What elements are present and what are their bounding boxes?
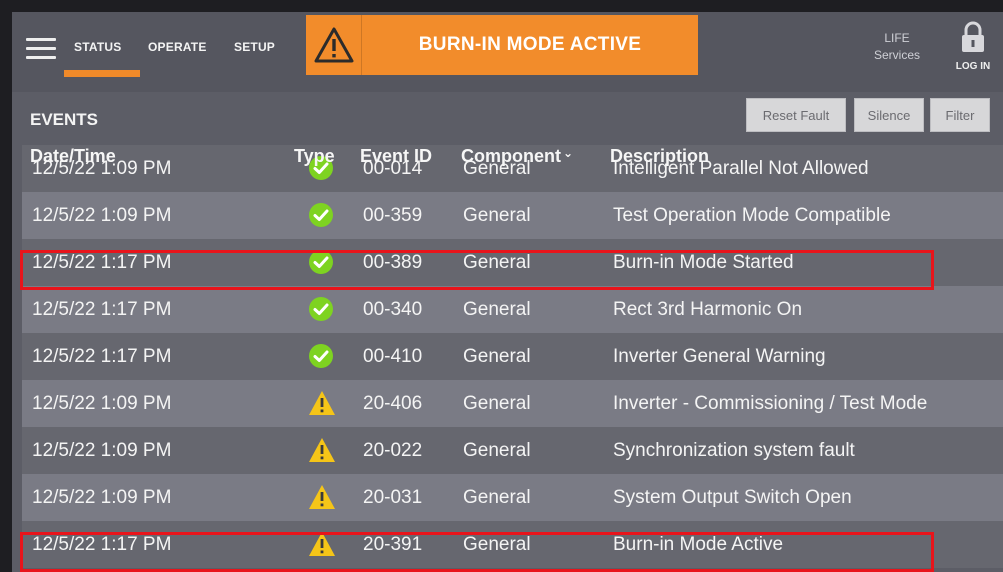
life-services-link[interactable]: LIFE Services [864, 30, 930, 64]
table-row[interactable]: 12/5/22 1:09 PM 20-022 General Synchronizat… [22, 427, 1003, 474]
event-id: 00-410 [363, 346, 423, 367]
event-datetime: 12/5/22 1:09 PM [32, 440, 172, 461]
tab-operate[interactable]: OPERATE [148, 40, 207, 54]
column-header-type[interactable]: Type [294, 146, 335, 167]
event-description: Inverter General Warning [613, 346, 826, 367]
check-icon [308, 202, 338, 228]
event-component: General [463, 299, 531, 320]
warning-icon [308, 390, 338, 416]
hamburger-menu-icon[interactable] [26, 38, 56, 60]
event-component: General [463, 487, 531, 508]
column-header-component-label: Component [461, 146, 561, 166]
event-description: Test Operation Mode Compatible [613, 205, 891, 226]
event-component: General [463, 393, 531, 414]
event-id: 20-031 [363, 487, 423, 508]
event-datetime: 12/5/22 1:09 PM [32, 205, 172, 226]
event-description: Rect 3rd Harmonic On [613, 299, 803, 320]
warning-icon [306, 15, 362, 75]
tab-status[interactable]: STATUS [74, 40, 121, 54]
event-datetime: 12/5/22 1:17 PM [32, 299, 172, 320]
chevron-down-icon: ⌄ [562, 146, 574, 160]
table-row[interactable]: 12/5/22 1:17 PM 00-340 General Rect 3rd Har… [22, 286, 1003, 333]
banner-text: BURN-IN MODE ACTIVE [418, 34, 642, 55]
silence-button[interactable]: Silence [854, 98, 924, 132]
active-tab-indicator [64, 70, 140, 77]
column-header-description[interactable]: Description [610, 146, 709, 167]
event-id: 00-340 [363, 299, 423, 320]
filter-button[interactable]: Filter [930, 98, 990, 132]
event-id: 20-406 [363, 393, 423, 414]
lock-icon [948, 20, 998, 59]
event-datetime: 12/5/22 1:17 PM [32, 346, 172, 367]
highlight-box-burn-in-started [20, 250, 934, 290]
event-component: General [463, 205, 531, 226]
column-header-component[interactable]: Component ⌄ [461, 146, 573, 167]
hmi-screen: STATUS OPERATE SETUP BURN-IN MODE ACTIVE… [12, 12, 1003, 572]
life-label: LIFE [884, 31, 910, 45]
reset-fault-button[interactable]: Reset Fault [746, 98, 846, 132]
event-component: General [463, 346, 531, 367]
event-component: General [463, 440, 531, 461]
login-label: LOG IN [955, 61, 991, 72]
check-icon [308, 296, 338, 322]
warning-icon [308, 437, 338, 463]
table-row[interactable]: 12/5/22 1:17 PM 00-410 General Inverter Gen… [22, 333, 1003, 380]
services-label: Services [873, 48, 920, 62]
login-button[interactable]: LOG IN [948, 20, 998, 72]
event-description: Inverter - Commissioning / Test Mode [613, 393, 928, 414]
table-row[interactable]: 12/5/22 1:09 PM 00-359 General Test Operati… [22, 192, 1003, 239]
events-title: EVENTS [30, 110, 99, 129]
warning-icon [308, 484, 338, 510]
top-bar: STATUS OPERATE SETUP BURN-IN MODE ACTIVE… [12, 12, 1003, 92]
check-icon [308, 343, 338, 369]
tab-setup[interactable]: SETUP [234, 40, 275, 54]
table-row[interactable]: 12/5/22 1:09 PM 20-031 General System Outpu… [22, 474, 1003, 521]
event-id: 20-022 [363, 440, 423, 461]
table-row[interactable]: 12/5/22 1:09 PM 20-406 General Inverter - C… [22, 380, 1003, 427]
highlight-box-burn-in-active [20, 532, 934, 572]
status-banner: BURN-IN MODE ACTIVE [306, 15, 698, 75]
column-header-datetime[interactable]: Date/Time [30, 146, 116, 167]
event-description: System Output Switch Open [613, 487, 852, 508]
column-header-event-id[interactable]: Event ID [360, 146, 432, 167]
event-id: 00-359 [363, 205, 423, 226]
event-datetime: 12/5/22 1:09 PM [32, 487, 172, 508]
event-description: Synchronization system fault [613, 440, 855, 461]
event-datetime: 12/5/22 1:09 PM [32, 393, 172, 414]
